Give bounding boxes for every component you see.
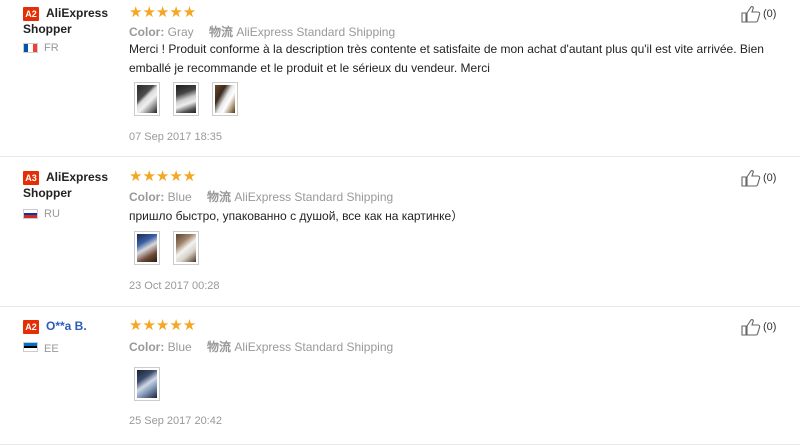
helpful-button[interactable]: (0) <box>741 169 776 187</box>
helpful-button[interactable]: (0) <box>741 318 776 336</box>
review-attributes: Color: Blue 物流 AliExpress Standard Shipp… <box>129 338 393 355</box>
country-code: RU <box>44 208 60 220</box>
review-photo[interactable] <box>134 367 160 401</box>
review-date: 25 Sep 2017 20:42 <box>129 415 222 427</box>
star-rating: ★★★★★ <box>129 317 197 334</box>
shipping-value: AliExpress Standard Shipping <box>234 340 394 354</box>
shipping-value: AliExpress Standard Shipping <box>236 25 396 39</box>
review-item: A2 AliExpress Shopper FR ★★★★★ Color: Gr… <box>0 0 800 157</box>
color-label: Color: <box>129 25 165 39</box>
country-code: FR <box>44 42 59 54</box>
color-label: Color: <box>129 340 165 354</box>
flag-icon <box>23 209 38 219</box>
review-item: A3 AliExpress Shopper RU ★★★★★ Color: Bl… <box>0 157 800 307</box>
flag-icon <box>23 43 38 53</box>
shipping-value: AliExpress Standard Shipping <box>234 190 394 204</box>
review-attributes: Color: Gray 物流 AliExpress Standard Shipp… <box>129 23 395 40</box>
color-value: Gray <box>167 25 194 39</box>
helpful-count: (0) <box>763 321 777 333</box>
country-code: EE <box>44 343 59 355</box>
helpful-count: (0) <box>763 172 777 184</box>
thumbs-up-icon <box>741 6 761 23</box>
review-attributes: Color: Blue 物流 AliExpress Standard Shipp… <box>129 188 393 205</box>
review-item: A2 O**a B. EE ★★★★★ Color: Blue 物流 AliEx… <box>0 307 800 445</box>
review-date: 23 Oct 2017 00:28 <box>129 280 220 292</box>
star-rating: ★★★★★ <box>129 168 197 185</box>
helpful-count: (0) <box>763 8 777 20</box>
flag-icon <box>23 342 38 352</box>
shipping-label: 物流 <box>209 25 234 39</box>
reviewer-name[interactable]: O**a B. <box>23 318 123 334</box>
review-text: Merci ! Produit conforme à la descriptio… <box>129 42 764 75</box>
reviewer-name: AliExpress Shopper <box>23 170 109 200</box>
review-photo[interactable] <box>173 82 199 116</box>
shipping-label: 物流 <box>207 340 232 354</box>
helpful-button[interactable]: (0) <box>741 5 776 23</box>
shipping-label: 物流 <box>207 190 232 204</box>
color-label: Color: <box>129 190 165 204</box>
review-date: 07 Sep 2017 18:35 <box>129 131 222 143</box>
review-photo[interactable] <box>173 231 199 265</box>
color-value: Blue <box>167 340 192 354</box>
thumbs-up-icon <box>741 319 761 336</box>
star-rating: ★★★★★ <box>129 4 197 21</box>
review-photo[interactable] <box>134 231 160 265</box>
reviewer-name: AliExpress Shopper <box>23 6 109 36</box>
review-photo[interactable] <box>134 82 160 116</box>
thumbs-up-icon <box>741 170 761 187</box>
color-value: Blue <box>167 190 192 204</box>
review-text: пришло быстро, упакованно с душой, все к… <box>129 209 464 223</box>
review-photo[interactable] <box>212 82 238 116</box>
